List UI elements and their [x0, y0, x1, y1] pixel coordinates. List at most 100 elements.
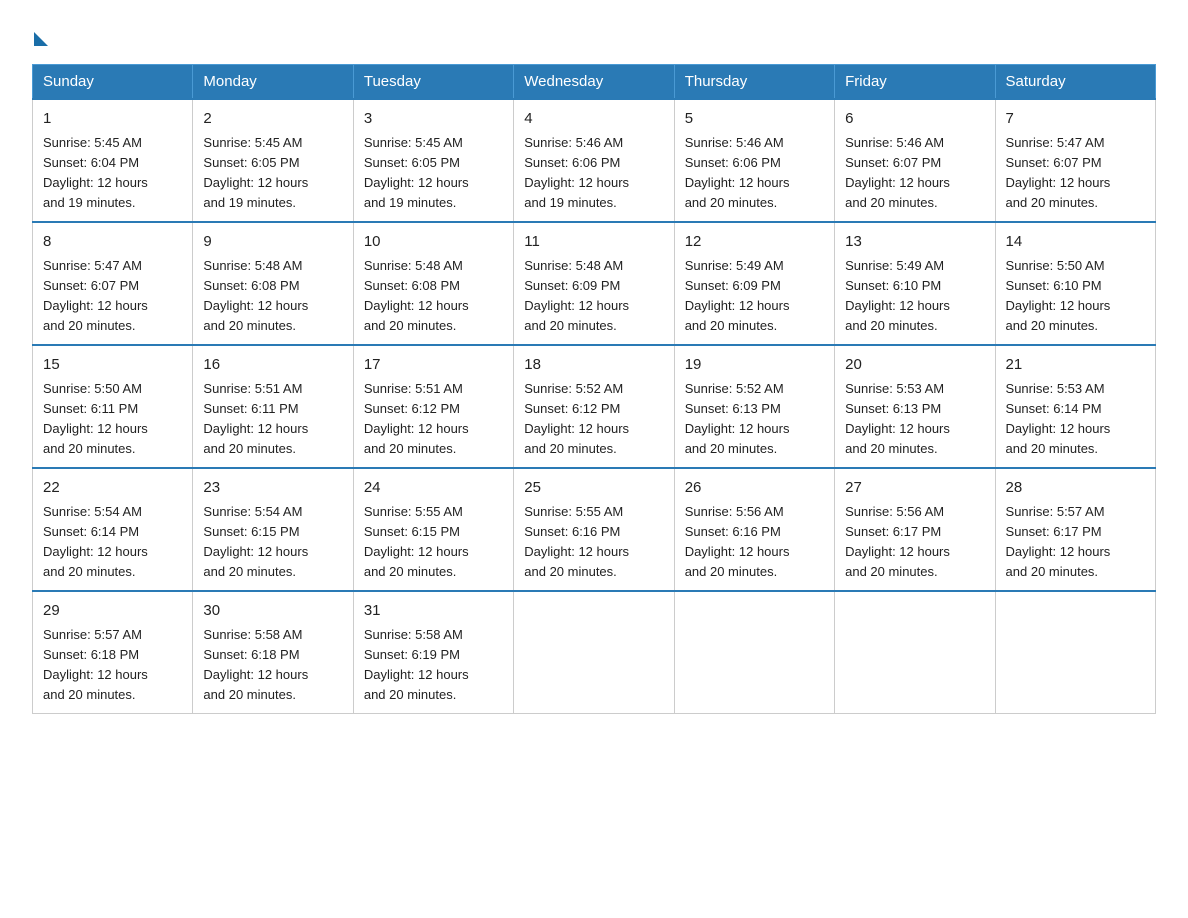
- logo-arrow-icon: [34, 32, 48, 46]
- header: [32, 24, 1156, 46]
- logo: [32, 24, 48, 46]
- day-cell: 27 Sunrise: 5:56 AMSunset: 6:17 PMDaylig…: [835, 468, 995, 591]
- day-cell: 23 Sunrise: 5:54 AMSunset: 6:15 PMDaylig…: [193, 468, 353, 591]
- day-info: Sunrise: 5:49 AMSunset: 6:09 PMDaylight:…: [685, 258, 790, 333]
- day-cell: 6 Sunrise: 5:46 AMSunset: 6:07 PMDayligh…: [835, 99, 995, 222]
- day-cell: 17 Sunrise: 5:51 AMSunset: 6:12 PMDaylig…: [353, 345, 513, 468]
- day-info: Sunrise: 5:49 AMSunset: 6:10 PMDaylight:…: [845, 258, 950, 333]
- day-info: Sunrise: 5:54 AMSunset: 6:14 PMDaylight:…: [43, 504, 148, 579]
- day-number: 2: [203, 108, 342, 131]
- day-info: Sunrise: 5:48 AMSunset: 6:08 PMDaylight:…: [203, 258, 308, 333]
- day-number: 12: [685, 231, 824, 254]
- day-number: 1: [43, 108, 182, 131]
- day-cell: 16 Sunrise: 5:51 AMSunset: 6:11 PMDaylig…: [193, 345, 353, 468]
- week-row: 29 Sunrise: 5:57 AMSunset: 6:18 PMDaylig…: [33, 591, 1156, 714]
- day-of-week-header: Wednesday: [514, 65, 674, 100]
- day-info: Sunrise: 5:52 AMSunset: 6:12 PMDaylight:…: [524, 381, 629, 456]
- day-info: Sunrise: 5:45 AMSunset: 6:05 PMDaylight:…: [364, 135, 469, 210]
- day-info: Sunrise: 5:58 AMSunset: 6:18 PMDaylight:…: [203, 627, 308, 702]
- day-number: 13: [845, 231, 984, 254]
- day-number: 16: [203, 354, 342, 377]
- day-cell: 3 Sunrise: 5:45 AMSunset: 6:05 PMDayligh…: [353, 99, 513, 222]
- day-cell: [674, 591, 834, 714]
- day-cell: 19 Sunrise: 5:52 AMSunset: 6:13 PMDaylig…: [674, 345, 834, 468]
- day-info: Sunrise: 5:55 AMSunset: 6:16 PMDaylight:…: [524, 504, 629, 579]
- day-number: 17: [364, 354, 503, 377]
- day-number: 19: [685, 354, 824, 377]
- day-info: Sunrise: 5:53 AMSunset: 6:13 PMDaylight:…: [845, 381, 950, 456]
- day-cell: 18 Sunrise: 5:52 AMSunset: 6:12 PMDaylig…: [514, 345, 674, 468]
- day-cell: [835, 591, 995, 714]
- calendar-table: SundayMondayTuesdayWednesdayThursdayFrid…: [32, 64, 1156, 714]
- day-info: Sunrise: 5:46 AMSunset: 6:06 PMDaylight:…: [685, 135, 790, 210]
- day-number: 31: [364, 600, 503, 623]
- day-info: Sunrise: 5:51 AMSunset: 6:12 PMDaylight:…: [364, 381, 469, 456]
- week-row: 8 Sunrise: 5:47 AMSunset: 6:07 PMDayligh…: [33, 222, 1156, 345]
- day-number: 29: [43, 600, 182, 623]
- day-info: Sunrise: 5:50 AMSunset: 6:10 PMDaylight:…: [1006, 258, 1111, 333]
- day-cell: 14 Sunrise: 5:50 AMSunset: 6:10 PMDaylig…: [995, 222, 1155, 345]
- day-cell: 28 Sunrise: 5:57 AMSunset: 6:17 PMDaylig…: [995, 468, 1155, 591]
- day-info: Sunrise: 5:57 AMSunset: 6:18 PMDaylight:…: [43, 627, 148, 702]
- day-cell: 13 Sunrise: 5:49 AMSunset: 6:10 PMDaylig…: [835, 222, 995, 345]
- day-number: 14: [1006, 231, 1145, 254]
- day-of-week-header: Sunday: [33, 65, 193, 100]
- day-cell: 1 Sunrise: 5:45 AMSunset: 6:04 PMDayligh…: [33, 99, 193, 222]
- day-info: Sunrise: 5:58 AMSunset: 6:19 PMDaylight:…: [364, 627, 469, 702]
- day-number: 7: [1006, 108, 1145, 131]
- day-of-week-header: Tuesday: [353, 65, 513, 100]
- day-cell: 2 Sunrise: 5:45 AMSunset: 6:05 PMDayligh…: [193, 99, 353, 222]
- day-cell: 15 Sunrise: 5:50 AMSunset: 6:11 PMDaylig…: [33, 345, 193, 468]
- day-info: Sunrise: 5:48 AMSunset: 6:08 PMDaylight:…: [364, 258, 469, 333]
- day-cell: 25 Sunrise: 5:55 AMSunset: 6:16 PMDaylig…: [514, 468, 674, 591]
- day-cell: 31 Sunrise: 5:58 AMSunset: 6:19 PMDaylig…: [353, 591, 513, 714]
- day-number: 30: [203, 600, 342, 623]
- week-row: 15 Sunrise: 5:50 AMSunset: 6:11 PMDaylig…: [33, 345, 1156, 468]
- day-number: 8: [43, 231, 182, 254]
- day-info: Sunrise: 5:56 AMSunset: 6:16 PMDaylight:…: [685, 504, 790, 579]
- day-info: Sunrise: 5:45 AMSunset: 6:04 PMDaylight:…: [43, 135, 148, 210]
- day-cell: 5 Sunrise: 5:46 AMSunset: 6:06 PMDayligh…: [674, 99, 834, 222]
- day-info: Sunrise: 5:47 AMSunset: 6:07 PMDaylight:…: [43, 258, 148, 333]
- day-cell: 29 Sunrise: 5:57 AMSunset: 6:18 PMDaylig…: [33, 591, 193, 714]
- day-number: 24: [364, 477, 503, 500]
- day-number: 11: [524, 231, 663, 254]
- day-info: Sunrise: 5:45 AMSunset: 6:05 PMDaylight:…: [203, 135, 308, 210]
- day-number: 21: [1006, 354, 1145, 377]
- day-cell: 22 Sunrise: 5:54 AMSunset: 6:14 PMDaylig…: [33, 468, 193, 591]
- day-info: Sunrise: 5:55 AMSunset: 6:15 PMDaylight:…: [364, 504, 469, 579]
- day-cell: 12 Sunrise: 5:49 AMSunset: 6:09 PMDaylig…: [674, 222, 834, 345]
- day-cell: 4 Sunrise: 5:46 AMSunset: 6:06 PMDayligh…: [514, 99, 674, 222]
- day-of-week-header: Saturday: [995, 65, 1155, 100]
- day-info: Sunrise: 5:48 AMSunset: 6:09 PMDaylight:…: [524, 258, 629, 333]
- day-number: 28: [1006, 477, 1145, 500]
- day-cell: [995, 591, 1155, 714]
- day-cell: 30 Sunrise: 5:58 AMSunset: 6:18 PMDaylig…: [193, 591, 353, 714]
- week-row: 22 Sunrise: 5:54 AMSunset: 6:14 PMDaylig…: [33, 468, 1156, 591]
- day-info: Sunrise: 5:53 AMSunset: 6:14 PMDaylight:…: [1006, 381, 1111, 456]
- day-number: 4: [524, 108, 663, 131]
- day-info: Sunrise: 5:46 AMSunset: 6:07 PMDaylight:…: [845, 135, 950, 210]
- day-cell: 21 Sunrise: 5:53 AMSunset: 6:14 PMDaylig…: [995, 345, 1155, 468]
- day-cell: 26 Sunrise: 5:56 AMSunset: 6:16 PMDaylig…: [674, 468, 834, 591]
- day-number: 15: [43, 354, 182, 377]
- day-number: 6: [845, 108, 984, 131]
- day-number: 20: [845, 354, 984, 377]
- day-number: 26: [685, 477, 824, 500]
- day-number: 3: [364, 108, 503, 131]
- day-info: Sunrise: 5:52 AMSunset: 6:13 PMDaylight:…: [685, 381, 790, 456]
- day-number: 10: [364, 231, 503, 254]
- day-info: Sunrise: 5:54 AMSunset: 6:15 PMDaylight:…: [203, 504, 308, 579]
- day-of-week-header: Monday: [193, 65, 353, 100]
- day-cell: 10 Sunrise: 5:48 AMSunset: 6:08 PMDaylig…: [353, 222, 513, 345]
- day-cell: 9 Sunrise: 5:48 AMSunset: 6:08 PMDayligh…: [193, 222, 353, 345]
- day-info: Sunrise: 5:57 AMSunset: 6:17 PMDaylight:…: [1006, 504, 1111, 579]
- day-number: 5: [685, 108, 824, 131]
- day-cell: 8 Sunrise: 5:47 AMSunset: 6:07 PMDayligh…: [33, 222, 193, 345]
- week-row: 1 Sunrise: 5:45 AMSunset: 6:04 PMDayligh…: [33, 99, 1156, 222]
- day-number: 9: [203, 231, 342, 254]
- days-of-week-row: SundayMondayTuesdayWednesdayThursdayFrid…: [33, 65, 1156, 100]
- day-number: 25: [524, 477, 663, 500]
- day-number: 23: [203, 477, 342, 500]
- day-cell: 7 Sunrise: 5:47 AMSunset: 6:07 PMDayligh…: [995, 99, 1155, 222]
